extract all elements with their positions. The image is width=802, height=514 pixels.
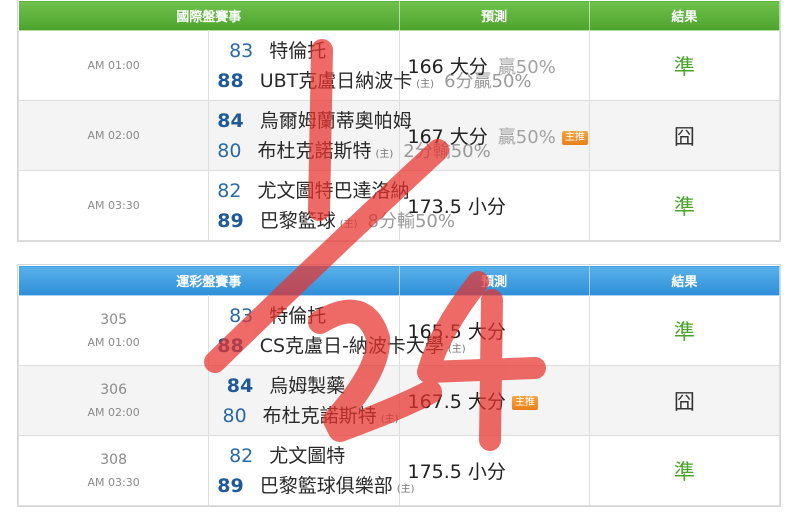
prediction: 166 大分 [407, 56, 488, 78]
table-row[interactable]: AM 03:30 82 尤文圖特巴達洛納 89 巴黎籃球 (主) 8分輸50% 173.… [17, 170, 781, 241]
home-score: 88 [217, 334, 244, 357]
table-row[interactable]: 308 AM 03:30 82 尤文圖特 89 巴黎籃球俱樂部 (主) 175.5 小分… [17, 435, 781, 506]
match-time-cell: 308 AM 03:30 [17, 435, 210, 506]
away-team[interactable]: 特倫托 [269, 301, 326, 331]
home-tag: (主) [375, 148, 394, 160]
table-row[interactable]: 306 AM 02:00 84 烏姆製藥 80 布杜克諾斯特 (主) 167.5 大分主… [17, 365, 781, 436]
home-score: 80 [222, 404, 247, 427]
home-score: 89 [217, 209, 244, 232]
away-score: 84 [217, 109, 244, 132]
prediction: 167 大分 [407, 126, 488, 148]
lottery-odds-table: 運彩盤賽事 預測 結果 305 AM 01:00 83 特倫托 88 CS克盧日-納波… [17, 265, 781, 506]
header-result: 結果 [588, 0, 781, 31]
match-teams: 84 烏爾姆蘭蒂奧帕姆 80 布杜克諾斯特 (主) 2分輸50% [208, 100, 491, 171]
home-tag: (主) [380, 413, 399, 425]
away-score: 82 [217, 179, 242, 202]
header-match: 運彩盤賽事 [18, 265, 400, 296]
match-teams: 82 尤文圖特 89 巴黎籃球俱樂部 (主) [208, 435, 415, 506]
away-score: 83 [229, 304, 254, 327]
home-score: 89 [217, 474, 244, 497]
away-team[interactable]: 特倫托 [269, 36, 326, 66]
result: 準 [588, 30, 781, 101]
home-team[interactable]: 布杜克諾斯特 [263, 401, 377, 431]
away-score: 84 [226, 374, 254, 397]
prediction: 173.5 小分 [407, 196, 506, 218]
home-team[interactable]: 巴黎籃球 [260, 206, 336, 236]
match-time: AM 03:30 [87, 476, 140, 489]
match-time: AM 01:00 [87, 336, 140, 349]
game-code: 306 [100, 382, 127, 398]
result: 準 [588, 295, 781, 366]
home-score: 88 [217, 69, 244, 92]
game-code: 305 [100, 312, 127, 328]
prediction: 167.5 大分 [407, 391, 506, 413]
header-match: 國際盤賽事 [18, 0, 400, 31]
home-team[interactable]: UBT克盧日納波卡 [260, 66, 413, 96]
result: 囧 [588, 100, 781, 171]
top-pick-badge: 主推 [511, 396, 538, 410]
top-pick-badge: 主推 [561, 131, 588, 145]
match-teams: 83 特倫托 88 UBT克盧日納波卡 (主) 6分贏50% [208, 30, 532, 101]
result: 準 [588, 435, 781, 506]
home-score: 80 [217, 139, 242, 162]
match-teams: 84 烏姆製藥 80 布杜克諾斯特 (主) [208, 365, 400, 436]
match-teams: 83 特倫托 88 CS克盧日-納波卡大學 (主) [208, 295, 466, 366]
table-header: 運彩盤賽事 預測 結果 [18, 265, 781, 296]
match-teams: 82 尤文圖特巴達洛納 89 巴黎籃球 (主) 8分輸50% [208, 170, 455, 241]
away-team[interactable]: 烏姆製藥 [269, 371, 345, 401]
table-row[interactable]: AM 01:00 83 特倫托 88 UBT克盧日納波卡 (主) 6分贏50% 166 … [17, 30, 781, 101]
prediction: 175.5 小分 [398, 435, 590, 506]
prediction-cell: 167.5 大分 主推 [398, 365, 590, 436]
home-tag: (主) [339, 218, 358, 230]
result: 囧 [588, 365, 781, 436]
prediction-extra: 贏50% [497, 127, 556, 148]
game-code: 308 [100, 452, 127, 468]
away-team[interactable]: 尤文圖特巴達洛納 [257, 176, 409, 206]
table-header: 國際盤賽事 預測 結果 [18, 0, 781, 31]
match-time: AM 02:00 [17, 100, 210, 171]
match-time: AM 03:30 [17, 170, 210, 241]
match-time-cell: 305 AM 01:00 [17, 295, 210, 366]
header-predict: 預測 [398, 0, 590, 31]
match-time: AM 02:00 [87, 406, 140, 419]
prediction-extra: 贏50% [497, 57, 556, 78]
header-result: 結果 [588, 265, 781, 296]
away-score: 82 [229, 444, 254, 467]
away-team[interactable]: 尤文圖特 [269, 441, 345, 471]
match-time-cell: 306 AM 02:00 [17, 365, 210, 436]
header-predict: 預測 [398, 265, 590, 296]
table-row[interactable]: AM 02:00 84 烏爾姆蘭蒂奧帕姆 80 布杜克諾斯特 (主) 2分輸50% 16… [17, 100, 781, 171]
table-row[interactable]: 305 AM 01:00 83 特倫托 88 CS克盧日-納波卡大學 (主) 165.5… [17, 295, 781, 366]
match-time: AM 01:00 [17, 30, 210, 101]
home-team[interactable]: 巴黎籃球俱樂部 [260, 471, 393, 501]
result: 準 [588, 170, 781, 241]
international-odds-table: 國際盤賽事 預測 結果 AM 01:00 83 特倫托 88 UBT克盧日納波卡 (主… [17, 0, 781, 241]
home-team[interactable]: 布杜克諾斯特 [257, 136, 371, 166]
away-team[interactable]: 烏爾姆蘭蒂奧帕姆 [260, 106, 412, 136]
away-score: 83 [229, 39, 254, 62]
